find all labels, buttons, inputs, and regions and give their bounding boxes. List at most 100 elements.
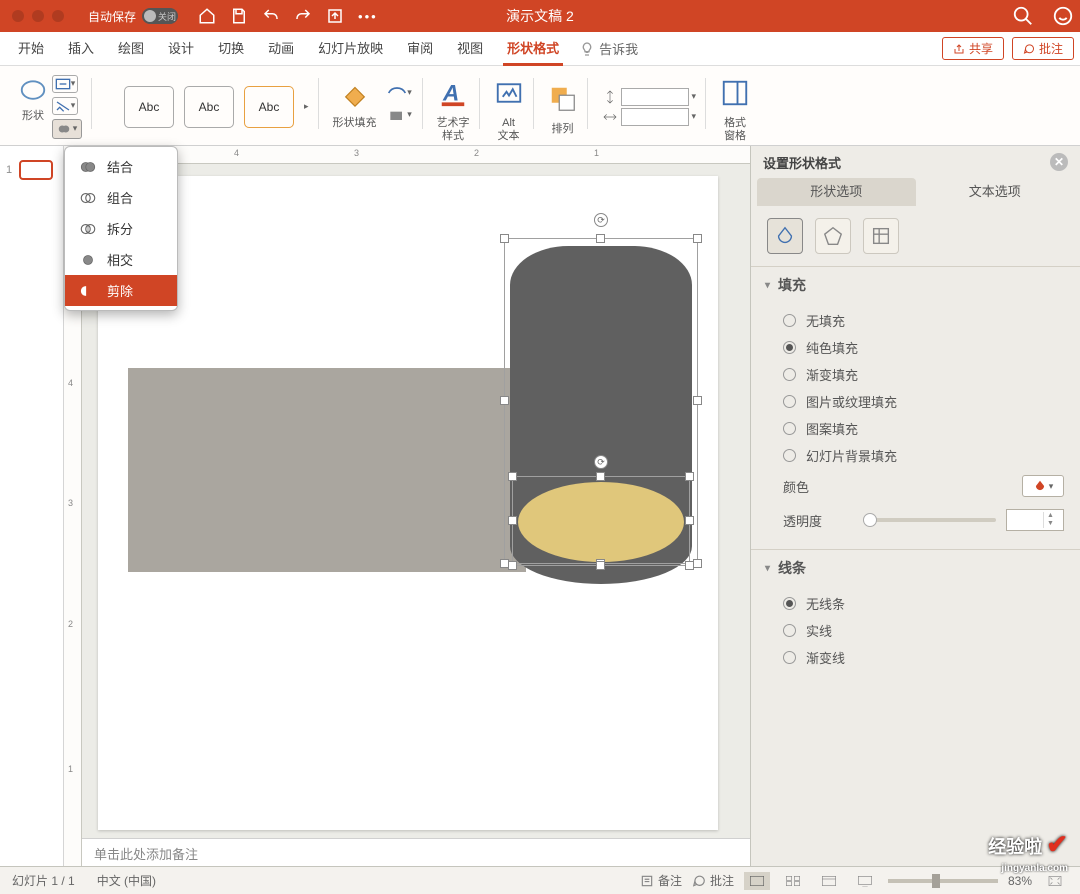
sorter-view-icon[interactable] [780, 872, 806, 890]
resize-handle[interactable] [596, 561, 605, 570]
opacity-input[interactable]: ▲▼ [1006, 509, 1064, 531]
slide[interactable]: ⟳ ⟳ [98, 176, 718, 830]
reading-view-icon[interactable] [816, 872, 842, 890]
merge-shapes-button[interactable]: ▾ [52, 119, 82, 139]
effects-category-icon[interactable] [815, 218, 851, 254]
resize-handle[interactable] [500, 234, 509, 243]
fit-window-icon[interactable] [1042, 872, 1068, 890]
zoom-slider[interactable] [888, 879, 998, 883]
effects-icon[interactable]: ▾ [387, 106, 413, 124]
comments-toggle[interactable]: 批注 [692, 872, 734, 889]
fill-picture[interactable]: 图片或纹理填充 [783, 388, 1064, 415]
close-dot[interactable] [12, 10, 24, 22]
wordart-icon[interactable]: A [438, 78, 468, 108]
min-dot[interactable] [32, 10, 44, 22]
line-none[interactable]: 无线条 [783, 590, 1064, 617]
fill-icon[interactable] [341, 84, 369, 112]
line-solid[interactable]: 实线 [783, 617, 1064, 644]
merge-subtract[interactable]: 剪除 [65, 275, 177, 306]
slide-indicator[interactable]: 幻灯片 1 / 1 [12, 872, 75, 889]
slide-thumb-1[interactable] [19, 160, 53, 180]
pane-tab-text[interactable]: 文本选项 [916, 178, 1075, 206]
merge-intersect[interactable]: 相交 [65, 244, 177, 275]
resize-handle[interactable] [596, 234, 605, 243]
fill-none[interactable]: 无填充 [783, 307, 1064, 334]
export-icon[interactable] [326, 7, 344, 25]
fill-solid[interactable]: 纯色填充 [783, 334, 1064, 361]
tab-design[interactable]: 设计 [156, 32, 206, 66]
line-section-header[interactable]: ▾线条 [751, 550, 1080, 586]
notes-pane[interactable]: 单击此处添加备注 [82, 838, 750, 866]
smile-icon[interactable] [1052, 5, 1074, 27]
tab-transition[interactable]: 切换 [206, 32, 256, 66]
tab-view[interactable]: 视图 [445, 32, 495, 66]
style-swatch-2[interactable]: Abc [184, 86, 234, 128]
zoom-percent[interactable]: 83% [1008, 874, 1032, 888]
merge-combine[interactable]: 组合 [65, 182, 177, 213]
text-box-icon[interactable]: ▾ [52, 75, 78, 93]
tab-slideshow[interactable]: 幻灯片放映 [306, 32, 395, 66]
style-more-icon[interactable]: ▸ [304, 101, 309, 112]
size-props-icon[interactable] [863, 218, 899, 254]
tab-animation[interactable]: 动画 [256, 32, 306, 66]
gray-rectangle-shape[interactable] [128, 368, 526, 572]
max-dot[interactable] [52, 10, 64, 22]
resize-handle[interactable] [508, 516, 517, 525]
normal-view-icon[interactable] [744, 872, 770, 890]
language-indicator[interactable]: 中文 (中国) [97, 872, 156, 889]
resize-handle[interactable] [596, 472, 605, 481]
autosave[interactable]: 自动保存 关闭 [88, 8, 178, 25]
pane-tab-shape[interactable]: 形状选项 [757, 178, 916, 206]
resize-handle[interactable] [693, 559, 702, 568]
home-icon[interactable] [198, 7, 216, 25]
tab-insert[interactable]: 插入 [56, 32, 106, 66]
color-picker-button[interactable]: ▾ [1022, 475, 1064, 497]
tab-shape-format[interactable]: 形状格式 [495, 32, 571, 66]
slideshow-view-icon[interactable] [852, 872, 878, 890]
merge-fragment[interactable]: 拆分 [65, 213, 177, 244]
undo-icon[interactable] [262, 7, 280, 25]
resize-handle[interactable] [685, 561, 694, 570]
resize-handle[interactable] [500, 396, 509, 405]
tab-home[interactable]: 开始 [6, 32, 56, 66]
resize-handle[interactable] [685, 472, 694, 481]
style-swatch-3[interactable]: Abc [244, 86, 294, 128]
edit-shape-icon[interactable]: ▾ [52, 97, 78, 115]
rotate-handle-icon[interactable]: ⟳ [594, 213, 608, 227]
height-field[interactable]: ▾ [602, 88, 697, 106]
fill-gradient[interactable]: 渐变填充 [783, 361, 1064, 388]
tab-draw[interactable]: 绘图 [106, 32, 156, 66]
alttext-icon[interactable] [494, 78, 524, 108]
opacity-slider[interactable] [863, 518, 996, 522]
width-field[interactable]: ▾ [602, 108, 697, 126]
tab-review[interactable]: 审阅 [395, 32, 445, 66]
ellipse-icon[interactable] [18, 75, 48, 105]
resize-handle[interactable] [508, 561, 517, 570]
comment-button[interactable]: 批注 [1012, 37, 1074, 60]
resize-handle[interactable] [685, 516, 694, 525]
save-icon[interactable] [230, 7, 248, 25]
arrange-icon[interactable] [548, 84, 578, 114]
resize-handle[interactable] [693, 234, 702, 243]
resize-handle[interactable] [508, 472, 517, 481]
fill-slidebg[interactable]: 幻灯片背景填充 [783, 442, 1064, 469]
fill-line-icon[interactable] [767, 218, 803, 254]
merge-union[interactable]: 结合 [65, 151, 177, 182]
redo-icon[interactable] [294, 7, 312, 25]
search-icon[interactable] [1012, 5, 1034, 27]
notes-toggle[interactable]: 备注 [640, 872, 682, 889]
tell-me[interactable]: 告诉我 [579, 39, 638, 58]
more-icon[interactable]: ••• [358, 9, 378, 24]
resize-handle[interactable] [693, 396, 702, 405]
style-swatch-1[interactable]: Abc [124, 86, 174, 128]
canvas[interactable]: ⟳ ⟳ [82, 164, 750, 838]
format-pane-icon[interactable] [720, 78, 750, 108]
pane-close-icon[interactable]: ✕ [1050, 153, 1068, 171]
fill-section-header[interactable]: ▾填充 [751, 267, 1080, 303]
outline-icon[interactable]: ▾ [387, 84, 413, 102]
fill-pattern[interactable]: 图案填充 [783, 415, 1064, 442]
rotate-handle-icon[interactable]: ⟳ [594, 455, 608, 469]
line-gradient[interactable]: 渐变线 [783, 644, 1064, 671]
autosave-toggle[interactable]: 关闭 [142, 8, 178, 24]
share-button[interactable]: 共享 [942, 37, 1004, 60]
